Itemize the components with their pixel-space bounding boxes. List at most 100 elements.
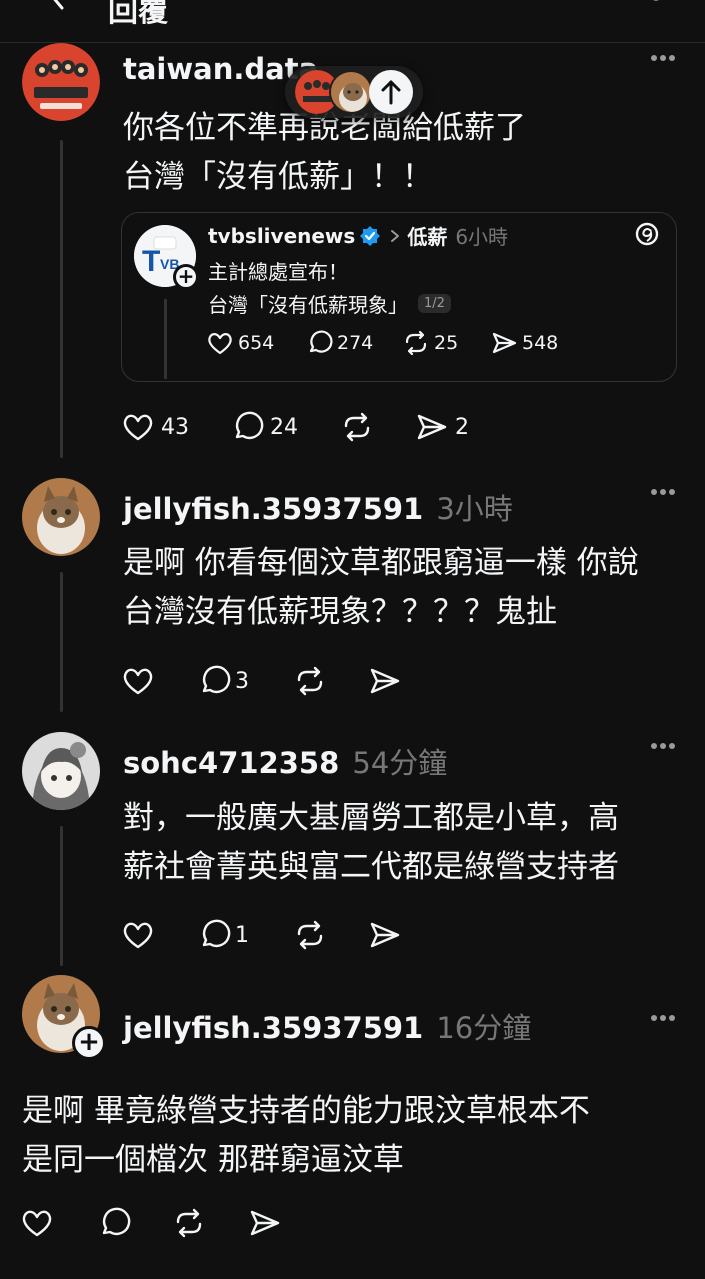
pill-avatar bbox=[329, 70, 373, 114]
comment-icon bbox=[202, 919, 231, 948]
repost-icon bbox=[297, 920, 323, 950]
share-button[interactable] bbox=[248, 1206, 282, 1240]
quote-thread-line bbox=[164, 299, 167, 379]
post-body: 對，一般廣大基層勞工都是小草，高 薪社會菁英與富二代都是綠營支持者 bbox=[123, 794, 683, 892]
comment-icon bbox=[235, 411, 264, 440]
post-body-line: 是啊 你看每個汶草都跟窮逼一樣 你說 bbox=[123, 545, 639, 581]
like-button[interactable]: 43 bbox=[121, 410, 189, 444]
post-timestamp: 3小時 bbox=[436, 492, 513, 526]
quote-username[interactable]: tvbslivenews bbox=[208, 224, 355, 248]
repost-button[interactable] bbox=[293, 664, 327, 698]
more-options-icon[interactable] bbox=[650, 742, 676, 750]
more-options-icon[interactable] bbox=[650, 488, 676, 496]
reply-button[interactable]: 1 bbox=[197, 918, 249, 952]
post-body: 是啊 你看每個汶草都跟窮逼一樣 你說 台灣沒有低薪現象？？？？鬼扯 bbox=[123, 539, 683, 637]
post-body: 你各位不準再說老闆給低薪了 台灣「沒有低薪」！！ bbox=[123, 104, 683, 202]
reply-button[interactable]: 3 bbox=[197, 664, 249, 698]
post-timestamp: 54分鐘 bbox=[352, 746, 448, 780]
heart-icon bbox=[123, 414, 153, 441]
post-body: 是啊 畢竟綠營支持者的能力跟汶草根本不 是同一個檔次 那群窮逼汶草 bbox=[22, 1087, 682, 1185]
quote-repost-count: 25 bbox=[434, 332, 459, 354]
scroll-to-top-pill[interactable] bbox=[285, 66, 423, 118]
follow-plus-icon[interactable]: + bbox=[173, 264, 199, 290]
post-body-line: 是同一個檔次 那群窮逼汶草 bbox=[22, 1142, 404, 1178]
heart-icon bbox=[123, 668, 153, 695]
post-username[interactable]: sohc4712358 bbox=[123, 746, 339, 780]
page-title: 回覆 bbox=[108, 0, 168, 29]
thread-line bbox=[60, 140, 63, 458]
post-username[interactable]: jellyfish.35937591 bbox=[123, 492, 423, 526]
post-header: jellyfish.35937591 16分鐘 bbox=[123, 1005, 531, 1047]
arrow-up-icon bbox=[381, 80, 401, 105]
comment-icon bbox=[102, 1207, 131, 1236]
heart-icon bbox=[22, 1210, 52, 1237]
comment-icon bbox=[202, 665, 231, 694]
more-options-icon[interactable] bbox=[650, 54, 676, 62]
bell-icon bbox=[653, 0, 659, 1]
repost-button[interactable] bbox=[340, 410, 374, 444]
quote-share-count: 548 bbox=[522, 332, 559, 354]
thread-line bbox=[60, 572, 63, 712]
quote-repost-button[interactable]: 25 bbox=[402, 329, 458, 357]
share-button[interactable]: 2 bbox=[415, 410, 469, 444]
anime-girl-avatar-icon bbox=[22, 732, 100, 810]
quote-topic-tag[interactable]: 低薪 bbox=[407, 221, 447, 250]
verified-badge-icon bbox=[360, 225, 381, 246]
avatar[interactable] bbox=[22, 478, 100, 556]
quote-page-indicator: 1/2 bbox=[418, 294, 451, 313]
repost-button[interactable] bbox=[293, 918, 327, 952]
threads-logo-icon[interactable] bbox=[634, 221, 660, 247]
reply-count: 3 bbox=[235, 668, 249, 694]
quote-like-count: 654 bbox=[238, 332, 275, 354]
avatar[interactable] bbox=[22, 43, 100, 121]
heart-icon bbox=[208, 333, 232, 355]
more-options-icon[interactable] bbox=[650, 1014, 676, 1022]
quote-reply-button[interactable]: 274 bbox=[305, 329, 373, 357]
cat-avatar-icon bbox=[331, 72, 371, 112]
quote-body-row: 台灣「沒有低薪現象」 1/2 bbox=[208, 289, 451, 318]
cat-avatar-icon bbox=[22, 478, 100, 556]
svg-text:T: T bbox=[142, 245, 160, 278]
repost-button[interactable] bbox=[172, 1206, 206, 1240]
reply-count: 24 bbox=[270, 414, 298, 440]
share-count: 2 bbox=[455, 414, 469, 440]
post-body-line: 對，一般廣大基層勞工都是小草，高 bbox=[123, 800, 619, 836]
like-button[interactable] bbox=[121, 918, 155, 952]
share-button[interactable] bbox=[368, 918, 402, 952]
post-body-line: 台灣「沒有低薪」！！ bbox=[123, 159, 433, 195]
post-body-line: 是啊 畢竟綠營支持者的能力跟汶草根本不 bbox=[22, 1093, 590, 1129]
avatar-logo-icon bbox=[22, 43, 100, 121]
send-icon bbox=[370, 668, 400, 694]
quote-header: tvbslivenews 低薪 6小時 bbox=[208, 221, 508, 250]
post-body-line: 台灣沒有低薪現象？？？？鬼扯 bbox=[123, 594, 557, 630]
like-button[interactable] bbox=[121, 664, 155, 698]
repost-icon bbox=[405, 330, 427, 356]
follow-plus-icon[interactable]: + bbox=[72, 1026, 106, 1060]
scroll-to-top-button[interactable] bbox=[369, 70, 413, 114]
header-divider bbox=[0, 42, 705, 43]
reply-button[interactable] bbox=[97, 1206, 131, 1240]
like-button[interactable] bbox=[20, 1206, 54, 1240]
share-button[interactable] bbox=[368, 664, 402, 698]
back-button[interactable] bbox=[38, 0, 78, 20]
post-username[interactable]: jellyfish.35937591 bbox=[123, 1011, 423, 1045]
chevron-right-icon bbox=[391, 229, 400, 242]
quote-timestamp: 6小時 bbox=[455, 225, 509, 249]
post-body-line: 薪社會菁英與富二代都是綠營支持者 bbox=[123, 849, 619, 885]
heart-icon bbox=[123, 922, 153, 949]
notification-button[interactable] bbox=[636, 0, 676, 16]
post-timestamp: 16分鐘 bbox=[436, 1011, 532, 1045]
send-icon bbox=[417, 414, 447, 440]
quoted-post-card[interactable]: T VB + tvbslivenews 低薪 6小時 主計總處宣布！ 台灣「沒有… bbox=[121, 212, 677, 382]
send-icon bbox=[370, 922, 400, 948]
quote-reply-count: 274 bbox=[337, 332, 374, 354]
avatar[interactable] bbox=[22, 732, 100, 810]
quote-share-button[interactable]: 548 bbox=[490, 329, 558, 357]
post-header: jellyfish.35937591 3小時 bbox=[123, 486, 513, 528]
quote-body-line: 台灣「沒有低薪現象」 bbox=[208, 293, 408, 317]
reply-count: 1 bbox=[235, 922, 249, 948]
repost-icon bbox=[344, 412, 370, 442]
quote-body-line: 主計總處宣布！ bbox=[208, 260, 348, 284]
reply-button[interactable]: 24 bbox=[230, 410, 298, 444]
quote-like-button[interactable]: 654 bbox=[206, 329, 274, 357]
